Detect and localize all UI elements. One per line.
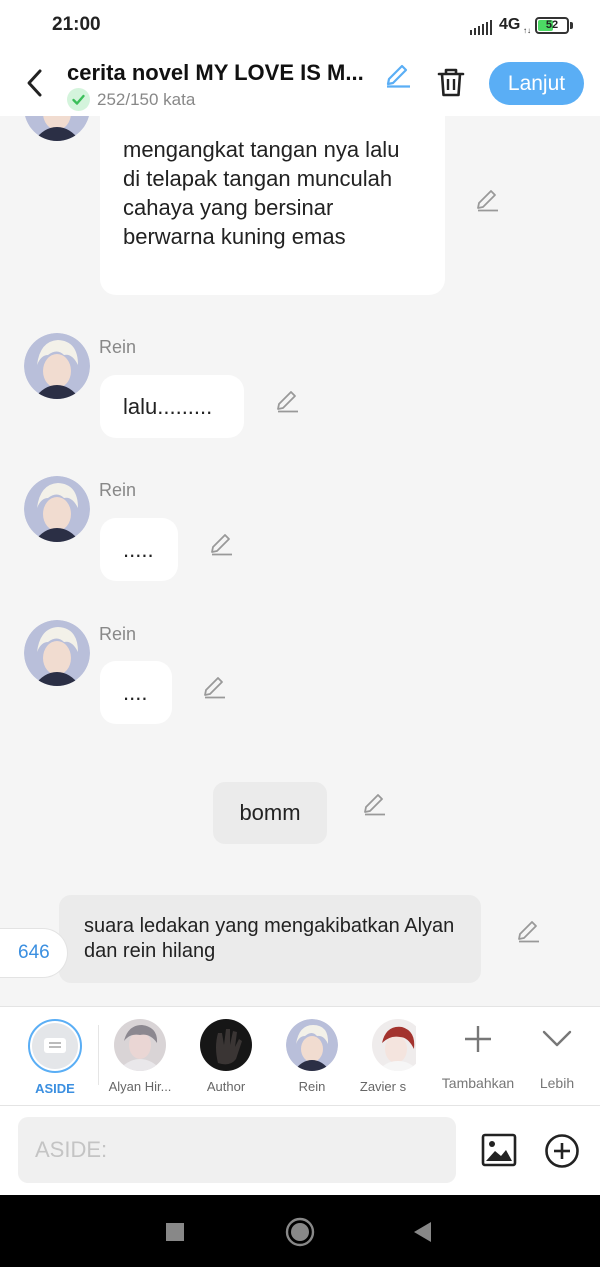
insert-image-button[interactable] — [481, 1133, 517, 1167]
add-circle-icon — [545, 1134, 579, 1168]
message-bubble[interactable]: .... — [100, 661, 172, 724]
edit-message-button[interactable] — [208, 530, 234, 556]
message-bubble[interactable]: mengangkat tangan nya lalu di telapak ta… — [100, 116, 445, 295]
message-text: suara ledakan yang mengakibatkan Alyan d… — [84, 915, 455, 962]
square-icon — [166, 1223, 184, 1241]
edit-title-button[interactable] — [384, 60, 412, 88]
pencil-icon — [277, 391, 298, 413]
pencil-icon — [477, 190, 498, 212]
pencil-icon — [204, 677, 225, 699]
chat-area[interactable]: mengangkat tangan nya lalu di telapak ta… — [0, 116, 600, 1006]
speaker-name: Rein — [99, 624, 137, 644]
pencil-icon — [211, 534, 232, 556]
battery-level: 52 — [545, 19, 559, 31]
back-nav-button[interactable] — [406, 1215, 440, 1249]
check-icon — [67, 88, 90, 111]
message-text: .... — [123, 680, 148, 705]
next-button[interactable]: Lanjut — [489, 62, 584, 105]
character-label: Rein — [298, 1079, 326, 1094]
image-icon — [481, 1133, 517, 1167]
avatar — [200, 1019, 252, 1071]
character-label: Author — [206, 1079, 246, 1094]
system-nav-bar — [0, 1195, 600, 1267]
network-arrows: ↑↓ — [523, 26, 531, 35]
chat-bubble-icon — [32, 1023, 78, 1069]
story-title[interactable]: cerita novel MY LOVE IS M... — [67, 60, 377, 86]
character-label: Alyan Hir... — [108, 1079, 172, 1094]
pencil-icon — [386, 64, 410, 88]
edit-message-button[interactable] — [361, 790, 387, 816]
avatar — [114, 1019, 166, 1071]
character-rein[interactable]: Rein — [272, 1019, 352, 1094]
avatar[interactable] — [24, 116, 90, 141]
message-bubble[interactable]: lalu......... — [100, 375, 244, 438]
character-aside[interactable]: ASIDE — [15, 1019, 95, 1096]
divider — [98, 1025, 99, 1085]
edit-message-button[interactable] — [474, 186, 500, 212]
character-author[interactable]: Author — [186, 1019, 266, 1094]
aside-avatar — [28, 1019, 82, 1073]
message-input[interactable] — [18, 1117, 456, 1183]
narration-bubble[interactable]: bomm — [213, 782, 327, 844]
battery-icon: 52 — [535, 17, 569, 34]
input-row — [0, 1106, 600, 1196]
message-text: ..... — [123, 537, 154, 562]
speaker-name: Rein — [99, 337, 137, 357]
chevron-down-icon — [542, 1030, 572, 1047]
pencil-icon — [518, 921, 539, 943]
status-bar: 21:00 4G ↑↓ 52 — [0, 0, 600, 50]
triangle-back-icon — [414, 1222, 431, 1242]
message-counter[interactable]: 646 — [0, 928, 68, 978]
character-bar: ASIDE Alyan Hir... Author Rein Zavier s … — [0, 1006, 600, 1106]
editor-header: cerita novel MY LOVE IS M... 252/150 kat… — [0, 50, 600, 116]
avatar — [372, 1019, 416, 1071]
signal-icon — [470, 17, 492, 35]
edit-message-button[interactable] — [201, 673, 227, 699]
avatar[interactable] — [24, 333, 90, 399]
battery-cap — [570, 22, 573, 29]
avatar — [286, 1019, 338, 1071]
edit-message-button[interactable] — [274, 387, 300, 413]
more-label: Lebih — [539, 1075, 575, 1091]
message-text: mengangkat tangan nya lalu di telapak ta… — [123, 137, 400, 249]
back-button[interactable] — [20, 66, 50, 100]
character-zavier[interactable]: Zavier s — [350, 1019, 416, 1094]
character-label: Zavier s — [359, 1079, 407, 1094]
delete-button[interactable] — [436, 66, 466, 98]
recents-button[interactable] — [158, 1215, 192, 1249]
add-character-label: Tambahkan — [441, 1075, 515, 1091]
message-text: lalu......... — [123, 394, 213, 419]
message-text: bomm — [239, 800, 301, 825]
back-icon — [27, 69, 42, 97]
plus-icon — [465, 1026, 491, 1052]
more-button[interactable]: Lebih — [517, 1021, 597, 1091]
home-button[interactable] — [283, 1215, 317, 1249]
speaker-name: Rein — [99, 480, 137, 500]
message-bubble[interactable]: ..... — [100, 518, 178, 581]
narration-bubble[interactable]: suara ledakan yang mengakibatkan Alyan d… — [59, 895, 481, 983]
trash-icon — [437, 68, 465, 97]
character-label: ASIDE — [35, 1081, 75, 1096]
avatar[interactable] — [24, 620, 90, 686]
add-character-button[interactable]: Tambahkan — [438, 1021, 518, 1091]
pencil-icon — [364, 794, 385, 816]
add-content-button[interactable] — [544, 1133, 580, 1169]
circle-icon — [285, 1217, 315, 1247]
word-count: 252/150 kata — [97, 90, 196, 109]
avatar[interactable] — [24, 476, 90, 542]
network-label: 4G — [499, 16, 521, 33]
character-alyan[interactable]: Alyan Hir... — [100, 1019, 180, 1094]
status-time: 21:00 — [52, 14, 101, 35]
edit-message-button[interactable] — [515, 917, 541, 943]
